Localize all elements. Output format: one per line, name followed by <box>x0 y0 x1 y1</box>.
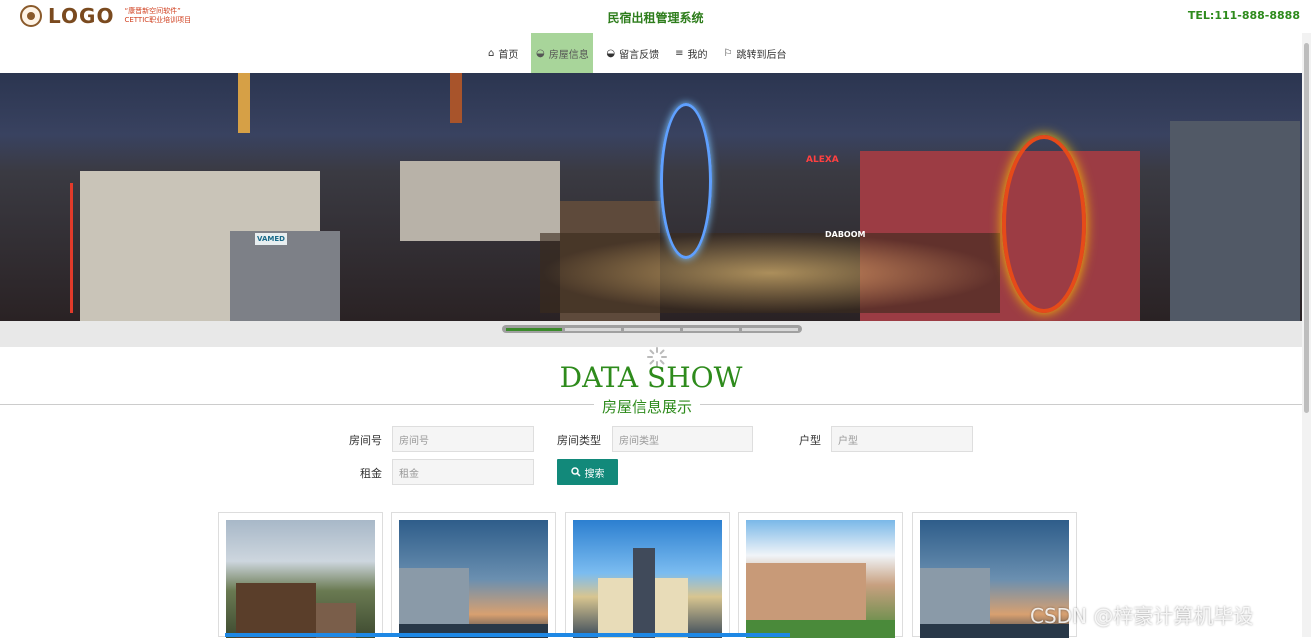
carousel-dot[interactable] <box>683 327 739 331</box>
carousel-dot[interactable] <box>742 327 798 331</box>
section-title: DATA SHOW <box>559 361 743 394</box>
house-card[interactable] <box>391 512 556 638</box>
room-type-label: 房间类型 <box>557 434 601 447</box>
nav-item-label: 我的 <box>687 49 708 61</box>
ferris-wheel <box>660 103 712 259</box>
search-button-label: 搜索 <box>584 468 605 480</box>
rent-input[interactable]: 租金 <box>392 459 534 485</box>
house-card[interactable] <box>565 512 730 638</box>
room-type-input[interactable]: 房间类型 <box>612 426 753 452</box>
nav-item-home[interactable]: ⌂ 首页 <box>480 33 526 73</box>
banner-carousel-image[interactable]: ALEXA DABOOM VAMED <box>0 73 1302 321</box>
nav-item-label: 留言反馈 <box>619 49 660 61</box>
watermark: CSDN @梓豪计算机毕设 <box>1030 604 1254 628</box>
house-image[interactable] <box>226 520 375 638</box>
carousel-dot[interactable] <box>624 327 680 331</box>
banner-sign-alexa: ALEXA <box>806 155 839 165</box>
house-image[interactable] <box>746 520 895 638</box>
section-subtitle: 房屋信息展示 <box>594 396 701 417</box>
nav-item-admin[interactable]: ⚐ 跳转到后台 <box>715 33 794 73</box>
flag-icon: ⚐ <box>723 47 733 59</box>
layers-icon: ◒ <box>606 47 616 59</box>
carousel-dot[interactable] <box>565 327 621 331</box>
home-icon: ⌂ <box>488 47 495 59</box>
search-button[interactable]: 搜索 <box>557 459 618 485</box>
page-scrollbar[interactable] <box>1302 33 1311 637</box>
tel-number: TEL:111-888-8888 <box>1187 9 1300 22</box>
house-card[interactable] <box>738 512 903 638</box>
room-no-input[interactable]: 房间号 <box>392 426 534 452</box>
nav-item-feedback[interactable]: ◒ 留言反馈 <box>598 33 667 73</box>
system-title: 民宿出租管理系统 <box>607 11 704 25</box>
nav-item-label: 房屋信息 <box>548 49 589 61</box>
carousel-pager <box>502 325 802 333</box>
layers-icon: ◒ <box>535 47 545 59</box>
house-image[interactable] <box>399 520 548 638</box>
layout-label: 户型 <box>799 434 821 447</box>
scrollbar-thumb[interactable] <box>1304 43 1309 413</box>
room-no-label: 房间号 <box>349 434 382 447</box>
search-icon <box>570 467 581 477</box>
ferris-wheel <box>1002 135 1086 313</box>
layout-input[interactable]: 户型 <box>831 426 973 452</box>
main-nav: ⌂ 首页 ◒ 房屋信息 ◒ 留言反馈 ≡ 我的 ⚐ 跳转到后台 <box>0 33 1311 73</box>
loading-progress-bar <box>225 633 790 637</box>
house-image[interactable] <box>573 520 722 638</box>
nav-item-label: 跳转到后台 <box>736 49 787 61</box>
rent-label: 租金 <box>360 467 382 480</box>
top-bar: LOGO “康晋新空间软件” CETTIC职业培训项目 民宿出租管理系统 TEL… <box>0 0 1311 34</box>
nav-item-house-info[interactable]: ◒ 房屋信息 <box>531 33 594 73</box>
house-card[interactable] <box>218 512 383 638</box>
nav-item-label: 首页 <box>498 49 519 61</box>
menu-icon: ≡ <box>675 47 684 59</box>
nav-item-mine[interactable]: ≡ 我的 <box>667 33 715 73</box>
banner-sign-vamed: VAMED <box>255 233 287 245</box>
carousel-dot[interactable] <box>506 327 562 331</box>
banner-sign-daboom: DABOOM <box>825 230 866 239</box>
